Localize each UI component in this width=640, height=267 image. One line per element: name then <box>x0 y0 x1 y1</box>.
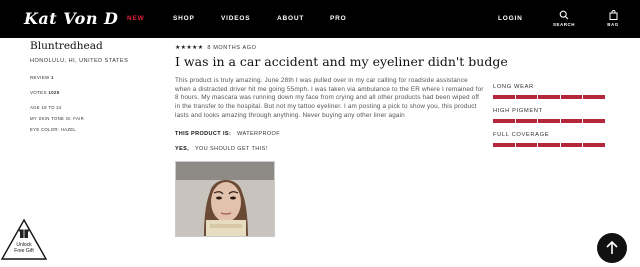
brand-logo[interactable]: Kat Von D <box>24 9 118 28</box>
recommend-label: YES, <box>175 145 190 152</box>
attr-bar <box>493 143 605 147</box>
reviewer-review-count: REVIEW 1 <box>30 75 160 80</box>
attr-long-wear: LONG WEAR <box>493 84 605 99</box>
attr-high-pigment: HIGH PIGMENT <box>493 108 605 123</box>
star-rating: ★★★★★ <box>175 45 204 51</box>
attr-label: FULL COVERAGE <box>493 132 550 138</box>
search-button[interactable]: SEARCH <box>552 10 576 27</box>
search-label: SEARCH <box>552 22 575 27</box>
nav-new[interactable]: NEW <box>127 15 145 22</box>
votes-value: 1025 <box>48 90 60 95</box>
reviewer-eye-color: EYE COLOR: HAZEL <box>30 127 77 132</box>
product-is-label: THIS PRODUCT IS: <box>175 130 232 137</box>
top-nav-bar: Kat Von D NEW SHOP VIDEOS ABOUT PRO LOGI… <box>0 0 640 38</box>
gift-line2: Free Gift <box>14 248 34 254</box>
attribute-ratings: LONG WEAR HIGH PIGMENT FULL COVERAGE <box>493 84 605 156</box>
review-body: This product is truly amazing. June 28th… <box>175 77 484 119</box>
review-content: ★★★★★ 8 MONTHS AGO I was in a car accide… <box>175 44 508 237</box>
arrow-up-icon <box>606 240 618 254</box>
review-count-label: REVIEW <box>30 75 50 80</box>
attr-label: LONG WEAR <box>493 84 534 90</box>
reviewer-votes: VOTES 1025 <box>30 90 160 95</box>
unlock-free-gift-button[interactable]: Unlock Free Gift <box>0 218 48 260</box>
bag-button[interactable]: BAG <box>603 10 623 27</box>
reviewer-skin-tone: MY SKIN TONE IS: FAIR <box>30 116 85 121</box>
review-photo-image <box>176 161 274 236</box>
votes-label: VOTES <box>30 90 47 95</box>
nav-pro[interactable]: PRO <box>330 15 347 22</box>
product-is-line: THIS PRODUCT IS: WATERPROOF <box>175 131 485 137</box>
back-to-top-button[interactable] <box>597 233 627 263</box>
rating-row: ★★★★★ 8 MONTHS AGO <box>175 44 485 52</box>
nav-shop[interactable]: SHOP <box>173 15 195 22</box>
attr-label: HIGH PIGMENT <box>493 108 543 114</box>
bag-icon <box>609 10 617 20</box>
recommend-line: YES, YOU SHOULD GET THIS! <box>175 146 485 152</box>
login-label: LOGIN <box>498 15 523 22</box>
nav-videos[interactable]: VIDEOS <box>221 15 250 22</box>
review-photo[interactable] <box>175 160 275 237</box>
attr-full-coverage: FULL COVERAGE <box>493 132 605 147</box>
attr-bar <box>493 119 605 123</box>
search-icon <box>559 10 569 20</box>
reviewer-name: Bluntredhead <box>30 40 103 52</box>
reviewer-location: HONOLULU, HI, UNITED STATES <box>30 58 129 64</box>
reviewer-info: Bluntredhead HONOLULU, HI, UNITED STATES… <box>30 40 160 138</box>
bag-label: BAG <box>607 22 619 27</box>
review-title: I was in a car accident and my eyeliner … <box>175 54 508 69</box>
attr-bar <box>493 95 605 99</box>
recommend-value: YOU SHOULD GET THIS! <box>194 145 268 152</box>
nav-about[interactable]: ABOUT <box>277 15 304 22</box>
reviewer-age: AGE 18 TO 24 <box>30 105 62 110</box>
product-is-value: WATERPROOF <box>237 130 280 137</box>
review-count-value: 1 <box>51 75 54 80</box>
review-date: 8 MONTHS AGO <box>207 44 257 51</box>
